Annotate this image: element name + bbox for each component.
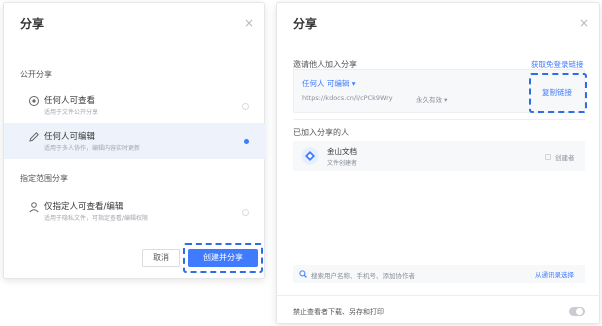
radio-selected[interactable] (244, 139, 249, 144)
cancel-button[interactable]: 取消 (142, 249, 180, 267)
radio-unselected[interactable] (242, 103, 249, 110)
option-desc: 适用于隐私文件，可指定查看/编辑权限 (44, 215, 149, 222)
member-badge: 创建者 (555, 154, 575, 162)
search-icon (299, 270, 307, 278)
eye-icon (29, 96, 39, 106)
share-url: https://kdocs.cn/l/cPCk9Wry (302, 94, 393, 102)
share-dialog-link: 分享 × 邀请他人加入分享 获取免登录链接 任何人 可编辑 ▾ https://… (276, 2, 601, 324)
member-name: 金山文档 (327, 147, 357, 156)
divider (293, 119, 585, 120)
divider (277, 295, 601, 296)
close-icon[interactable]: × (579, 17, 589, 29)
validity-dropdown[interactable]: 永久有效 ▾ (416, 94, 447, 104)
radio-unselected[interactable] (242, 209, 249, 216)
option-title: 任何人可编辑 (44, 132, 96, 142)
public-share-section-label: 公开分享 (20, 70, 52, 79)
add-collaborator-search[interactable]: 搜索用户名称、手机号、添加协作者 从通讯录选择 (293, 265, 585, 283)
highlight-box (529, 73, 587, 113)
option-restricted[interactable]: 仅指定人可查看/编辑 适用于隐私文件，可指定查看/编辑权限 (4, 193, 266, 229)
toggle-knob (576, 308, 583, 315)
dialog-title: 分享 (20, 17, 45, 31)
pencil-icon (29, 132, 39, 142)
close-icon[interactable]: × (244, 17, 254, 29)
search-placeholder: 搜索用户名称、手机号、添加协作者 (311, 272, 415, 280)
badge-icon (545, 154, 551, 160)
option-title: 仅指定人可查看/编辑 (44, 202, 124, 212)
option-anyone-edit[interactable]: 任何人可编辑 适用于多人协作，编辑内容实时更新 (4, 123, 266, 159)
avatar (301, 147, 319, 165)
option-anyone-view[interactable]: 任何人可查看 适用于文件公开分享 (4, 87, 266, 123)
restrict-download-toggle[interactable] (569, 307, 585, 316)
user-icon (29, 202, 39, 213)
member-role-desc: 文件创建者 (327, 160, 358, 167)
share-dialog-create: 分享 × 公开分享 任何人可查看 适用于文件公开分享 任何人可编辑 适用于多人协… (3, 2, 266, 279)
option-desc: 适用于文件公开分享 (44, 109, 99, 116)
permission-dropdown[interactable]: 任何人 可编辑 ▾ (302, 78, 356, 89)
option-title: 任何人可查看 (44, 96, 96, 106)
joined-section-label: 已加入分享的人 (293, 128, 349, 137)
restricted-share-section-label: 指定范围分享 (20, 174, 68, 183)
highlight-box (183, 243, 263, 273)
restrict-download-label: 禁止查看者下载、另存和打印 (293, 308, 384, 316)
dialog-title: 分享 (293, 17, 318, 31)
option-desc: 适用于多人协作，编辑内容实时更新 (44, 145, 141, 152)
select-from-contacts-link[interactable]: 从通讯录选择 (535, 269, 574, 279)
member-row: 金山文档 文件创建者 创建者 (293, 141, 585, 171)
